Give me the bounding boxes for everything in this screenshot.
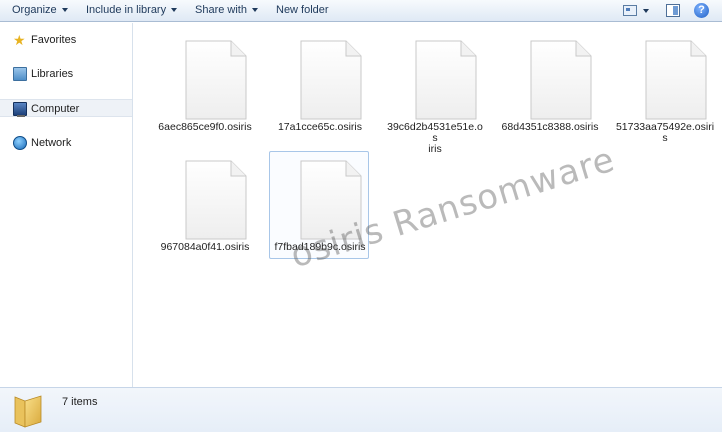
file-name: 6aec865ce9f0.osiris — [158, 121, 252, 133]
nav-item-label: Libraries — [31, 68, 74, 80]
file-icon — [185, 40, 247, 120]
folder-icon — [12, 393, 44, 429]
star-icon: ★ — [13, 32, 26, 48]
file-name: 68d4351c8388.osiris — [501, 121, 599, 133]
file-name: 967084a0f41.osiris — [160, 241, 250, 253]
nav-item-label: Computer — [31, 103, 80, 115]
new-folder-label: New folder — [276, 4, 329, 16]
file-icon — [300, 40, 362, 120]
computer-icon — [13, 102, 27, 117]
file-item[interactable]: 6aec865ce9f0.osiris — [154, 31, 254, 139]
chevron-down-icon — [251, 8, 258, 13]
nav-item-computer[interactable]: Computer — [0, 99, 132, 117]
navigation-pane: ★ Favorites Libraries Computer Network — [0, 23, 133, 387]
items-count: 7 items — [62, 396, 98, 408]
file-item[interactable]: 51733aa75492e.osiris — [614, 31, 714, 144]
change-view-icon[interactable] — [623, 5, 637, 16]
include-in-library-label: Include in library — [86, 4, 167, 16]
chevron-down-icon — [61, 8, 68, 13]
include-in-library-button[interactable]: Include in library — [86, 0, 178, 21]
file-name: 51733aa75492e.osiris — [615, 121, 715, 144]
organize-button[interactable]: Organize — [12, 0, 68, 21]
file-name: 17a1cce65c.osiris — [277, 121, 363, 133]
details-pane: 7 items — [0, 387, 722, 432]
command-bar: Organize Include in library Share with N… — [0, 0, 722, 22]
file-icon — [645, 40, 707, 120]
preview-pane-icon[interactable] — [666, 4, 680, 17]
file-item[interactable]: 68d4351c8388.osiris — [499, 31, 599, 139]
help-icon[interactable]: ? — [694, 3, 709, 18]
libraries-icon — [13, 67, 27, 81]
organize-label: Organize — [12, 4, 57, 16]
network-icon — [13, 136, 27, 150]
file-icon — [530, 40, 592, 120]
new-folder-button[interactable]: New folder — [276, 0, 329, 21]
file-icon — [185, 160, 247, 240]
file-item[interactable]: 39c6d2b4531e51e.os iris — [384, 31, 484, 155]
file-item[interactable]: 967084a0f41.osiris — [154, 151, 254, 259]
share-with-label: Share with — [195, 4, 247, 16]
file-icon — [415, 40, 477, 120]
nav-item-favorites[interactable]: ★ Favorites — [0, 31, 132, 49]
nav-item-network[interactable]: Network — [0, 134, 132, 152]
view-options-chevron-icon[interactable] — [643, 9, 649, 13]
file-item[interactable]: 17a1cce65c.osiris — [269, 31, 369, 139]
nav-item-label: Network — [31, 137, 72, 149]
nav-item-label: Favorites — [31, 34, 77, 46]
file-name: 39c6d2b4531e51e.os iris — [387, 121, 483, 155]
chevron-down-icon — [171, 8, 178, 13]
share-with-button[interactable]: Share with — [195, 0, 258, 21]
nav-item-libraries[interactable]: Libraries — [0, 65, 132, 83]
